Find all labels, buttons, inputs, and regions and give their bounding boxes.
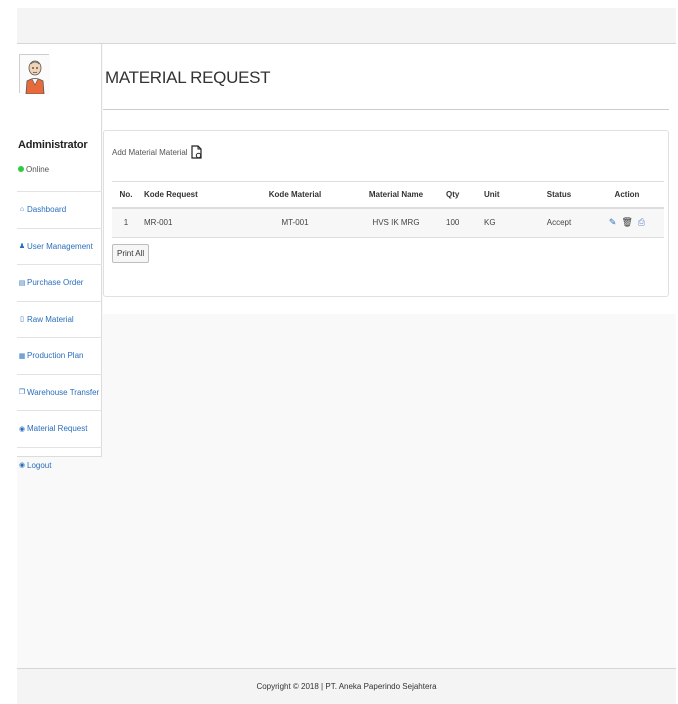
add-material-label: Add Material Material: [112, 147, 188, 157]
col-no: No.: [112, 181, 140, 209]
cell-status: Accept: [528, 207, 590, 238]
main-content: MATERIAL REQUEST Add Material Material N…: [103, 44, 676, 314]
new-file-icon[interactable]: [190, 145, 202, 159]
cell-action: ✎ 🗑 ⎙: [590, 207, 664, 238]
sidebar-item-production-plan[interactable]: ▦ Production Plan: [17, 337, 102, 374]
home-icon: ⌂: [19, 206, 25, 214]
circle-icon: ◉: [18, 425, 26, 433]
sidebar-item-label: Purchase Order: [27, 278, 84, 288]
col-kode-request: Kode Request: [140, 181, 240, 209]
edit-icon[interactable]: ✎: [609, 217, 617, 228]
sidebar-item-user-management[interactable]: ♟ User Management: [17, 227, 102, 265]
sidebar-nav: ⌂ Dashboard ♟ User Management ▤ Purchase Or…: [17, 191, 102, 483]
sidebar: Administrator Online ⌂ Dashboard ♟ User Ma…: [17, 44, 102, 470]
app-frame: Administrator Online ⌂ Dashboard ♟ User Ma…: [17, 8, 676, 704]
col-qty: Qty: [442, 181, 480, 209]
sidebar-item-dashboard[interactable]: ⌂ Dashboard: [17, 191, 102, 228]
copy-icon: ❐: [18, 389, 26, 397]
top-bar: [17, 8, 676, 44]
sidebar-item-label: Production Plan: [27, 351, 84, 361]
sidebar-item-label: Material Request: [27, 424, 88, 434]
cell-kode-request: MR-001: [140, 207, 240, 238]
online-dot-icon: [18, 166, 24, 172]
table-row: 1 MR-001 MT-001 HVS IK MRG 100 KG Accept…: [112, 207, 664, 238]
box-icon: ▯: [20, 316, 24, 324]
avatar: [19, 54, 50, 95]
add-material-link[interactable]: Add Material Material: [112, 145, 202, 159]
sidebar-item-purchase-order[interactable]: ▤ Purchase Order: [17, 264, 102, 301]
cell-unit: KG: [480, 207, 528, 238]
col-kode-material: Kode Material: [240, 181, 350, 209]
calendar-icon: ▦: [18, 352, 26, 360]
sidebar-item-warehouse-transfer[interactable]: ❐ Warehouse Transfer: [17, 373, 102, 411]
user-status: Online: [18, 165, 49, 174]
title-divider: [103, 109, 669, 110]
cell-material-name: HVS IK MRG: [350, 207, 442, 238]
table-header-row: No. Kode Request Kode Material Material …: [112, 181, 664, 209]
col-material-name: Material Name: [350, 181, 442, 209]
footer: Copyright © 2018 | PT. Aneka Paperindo S…: [17, 668, 676, 704]
col-action: Action: [590, 181, 664, 209]
avatar-icon: [20, 55, 50, 95]
page-title: MATERIAL REQUEST: [105, 68, 271, 87]
sidebar-item-label: Raw Material: [27, 314, 74, 324]
cell-kode-material: MT-001: [240, 207, 350, 238]
trash-icon[interactable]: 🗑: [621, 217, 632, 228]
material-request-panel: Add Material Material No. Kode Request K…: [103, 130, 669, 297]
user-name: Administrator: [18, 139, 88, 151]
print-icon[interactable]: ⎙: [638, 217, 645, 228]
sidebar-item-label: Warehouse Transfer: [27, 387, 100, 397]
material-request-table: No. Kode Request Kode Material Material …: [112, 181, 664, 238]
sidebar-item-label: User Management: [27, 241, 93, 251]
sidebar-item-logout[interactable]: ◉ Logout: [17, 446, 102, 484]
logout-icon: ◉: [18, 462, 26, 470]
row-actions: ✎ 🗑 ⎙: [609, 217, 645, 228]
sidebar-item-material-request[interactable]: ◉ Material Request: [17, 410, 102, 447]
user-icon: ♟: [18, 243, 26, 251]
cell-qty: 100: [442, 207, 480, 238]
print-all-button[interactable]: Print All: [112, 244, 150, 263]
sidebar-item-label: Logout: [27, 460, 52, 470]
cell-no: 1: [112, 207, 140, 238]
sidebar-item-label: Dashboard: [27, 205, 67, 215]
user-status-label: Online: [26, 165, 50, 174]
footer-copyright: Copyright © 2018 | PT. Aneka Paperindo S…: [256, 682, 437, 691]
col-status: Status: [528, 181, 590, 209]
sidebar-item-raw-material[interactable]: ▯ Raw Material: [17, 300, 102, 338]
list-icon: ▤: [18, 279, 26, 287]
col-unit: Unit: [480, 181, 528, 209]
